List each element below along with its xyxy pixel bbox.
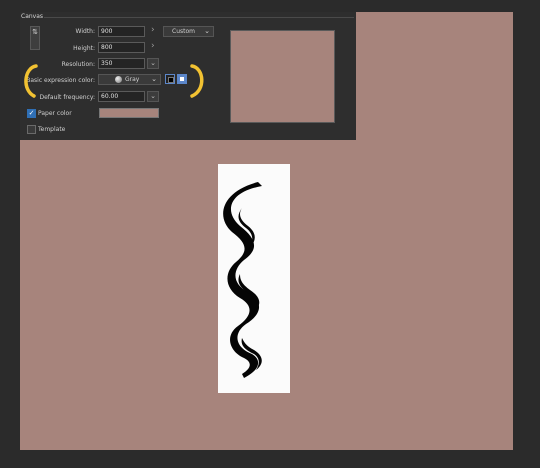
template-checkbox[interactable]: [27, 125, 36, 134]
chevron-down-icon: ⌄: [151, 75, 157, 83]
panel-title: Canvas: [21, 13, 44, 20]
chevron-right-icon[interactable]: ›: [151, 26, 155, 35]
annotation-left-bracket: [24, 64, 38, 98]
chevron-right-icon[interactable]: ›: [151, 42, 155, 51]
gray-circle-icon: [115, 76, 122, 83]
basic-expression-color-dropdown[interactable]: Gray ⌄: [98, 74, 161, 85]
resolution-field[interactable]: 350: [98, 58, 145, 69]
drawing-page[interactable]: [218, 164, 290, 393]
chevron-down-icon: ⌄: [150, 92, 156, 100]
canvas-preview: [230, 30, 335, 123]
swap-dimensions-icon: ⇅: [32, 28, 38, 36]
resolution-label: Resolution:: [61, 61, 95, 68]
title-divider: [44, 17, 354, 18]
width-label: Width:: [75, 28, 95, 35]
checkmark-icon: ✓: [28, 109, 35, 117]
basic-expression-color-value: Gray: [125, 76, 140, 83]
preset-value: Custom: [172, 28, 195, 35]
width-field[interactable]: 900: [98, 26, 145, 37]
annotation-right-bracket: [190, 64, 204, 98]
height-field[interactable]: 800: [98, 42, 145, 53]
height-label: Height:: [73, 45, 95, 52]
template-label: Template: [38, 126, 66, 133]
paper-color-swatch[interactable]: [99, 108, 159, 118]
swap-dimensions-button[interactable]: ⇅: [30, 26, 40, 50]
paper-color-label: Paper color: [38, 110, 72, 117]
ribbon-stroke: [223, 182, 262, 378]
default-frequency-dropdown-button[interactable]: ⌄: [147, 91, 159, 102]
paper-color-checkbox[interactable]: ✓: [27, 109, 36, 118]
preset-dropdown[interactable]: Custom ⌄: [163, 26, 214, 37]
resolution-dropdown-button[interactable]: ⌄: [147, 58, 159, 69]
main-color-box[interactable]: [165, 74, 175, 84]
default-frequency-field[interactable]: 60.00: [98, 91, 145, 102]
chevron-down-icon: ⌄: [204, 27, 210, 35]
chevron-down-icon: ⌄: [150, 59, 156, 67]
